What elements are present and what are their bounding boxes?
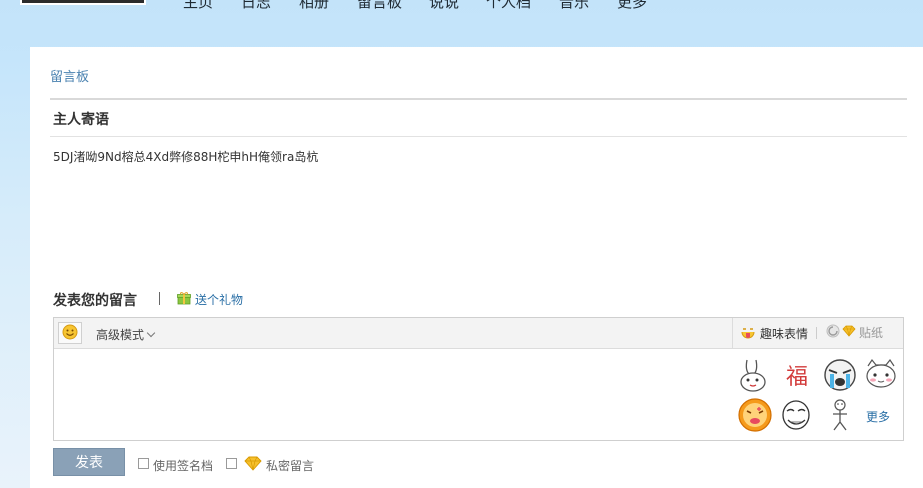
divider <box>50 136 907 137</box>
nav-item-guestbook[interactable]: 留言板 <box>357 0 402 11</box>
breadcrumb[interactable]: 留言板 <box>50 66 89 85</box>
owner-message-title: 主人寄语 <box>53 112 109 128</box>
fun-emoji-icon <box>740 324 756 343</box>
fun-emoji-label: 趣味表情 <box>760 327 809 341</box>
advanced-mode-label: 高级模式 <box>96 328 145 342</box>
signature-label: 使用签名档 <box>153 459 214 473</box>
send-gift-link[interactable]: 送个礼物 <box>177 290 243 308</box>
rabbit-emoji[interactable] <box>736 356 774 394</box>
cookie-face-emoji[interactable] <box>736 396 774 434</box>
gift-icon <box>177 291 191 308</box>
advanced-mode-dropdown[interactable]: 高级模式 <box>96 326 156 343</box>
nav-item-music[interactable]: 音乐 <box>559 0 589 11</box>
nav-item-home[interactable]: 主页 <box>183 0 213 11</box>
submit-button[interactable]: 发表 <box>53 448 125 476</box>
nav-item-album[interactable]: 相册 <box>299 0 329 11</box>
sticker-icon <box>826 324 840 341</box>
cat-emoji[interactable] <box>862 356 900 394</box>
tab-fun-emoji[interactable]: 趣味表情 <box>740 324 808 343</box>
crying-face-emoji[interactable] <box>821 356 859 394</box>
emoji-button[interactable] <box>58 322 82 344</box>
divider <box>732 318 733 348</box>
private-message-checkbox[interactable] <box>226 458 237 469</box>
tab-sticker[interactable]: 贴纸 <box>826 324 883 341</box>
message-textarea[interactable] <box>54 349 732 441</box>
nav-item-profile[interactable]: 个人档 <box>486 0 531 11</box>
send-gift-label: 送个礼物 <box>195 292 244 307</box>
chevron-down-icon <box>146 328 156 338</box>
svg-text:福: 福 <box>786 365 808 390</box>
editor-toolbar: 高级模式 趣味表情 贴纸 <box>54 318 903 349</box>
divider <box>159 292 160 305</box>
guestbook-panel: 留言板 主人寄语 5DJ渚呦9Nd榕总4Xd弊修88H柁申hH俺领ra岛杭 发表… <box>30 47 923 488</box>
rage-face-emoji[interactable] <box>778 396 816 434</box>
diamond-icon <box>842 325 856 340</box>
avatar[interactable] <box>20 0 146 5</box>
private-message-label: 私密留言 <box>266 459 315 473</box>
fu-character-emoji[interactable]: 福 <box>778 356 816 394</box>
nav-item-blog[interactable]: 日志 <box>241 0 271 11</box>
divider <box>50 98 907 100</box>
smiley-icon <box>62 324 78 343</box>
sticker-label: 贴纸 <box>859 326 884 340</box>
nav-item-shuoshuo[interactable]: 说说 <box>429 0 459 11</box>
nav-item-more[interactable]: 更多 <box>617 0 647 11</box>
message-editor: 高级模式 趣味表情 贴纸 福 更多 <box>53 317 904 441</box>
diamond-icon <box>244 456 262 474</box>
signature-checkbox[interactable] <box>138 458 149 469</box>
emoji-grid: 福 更多 <box>733 349 903 441</box>
more-emoji-link[interactable]: 更多 <box>866 408 890 425</box>
stick-figure-emoji[interactable] <box>821 396 859 434</box>
compose-title: 发表您的留言 <box>53 293 137 309</box>
owner-message-text: 5DJ渚呦9Nd榕总4Xd弊修88H柁申hH俺领ra岛杭 <box>53 150 319 164</box>
divider <box>816 327 817 339</box>
